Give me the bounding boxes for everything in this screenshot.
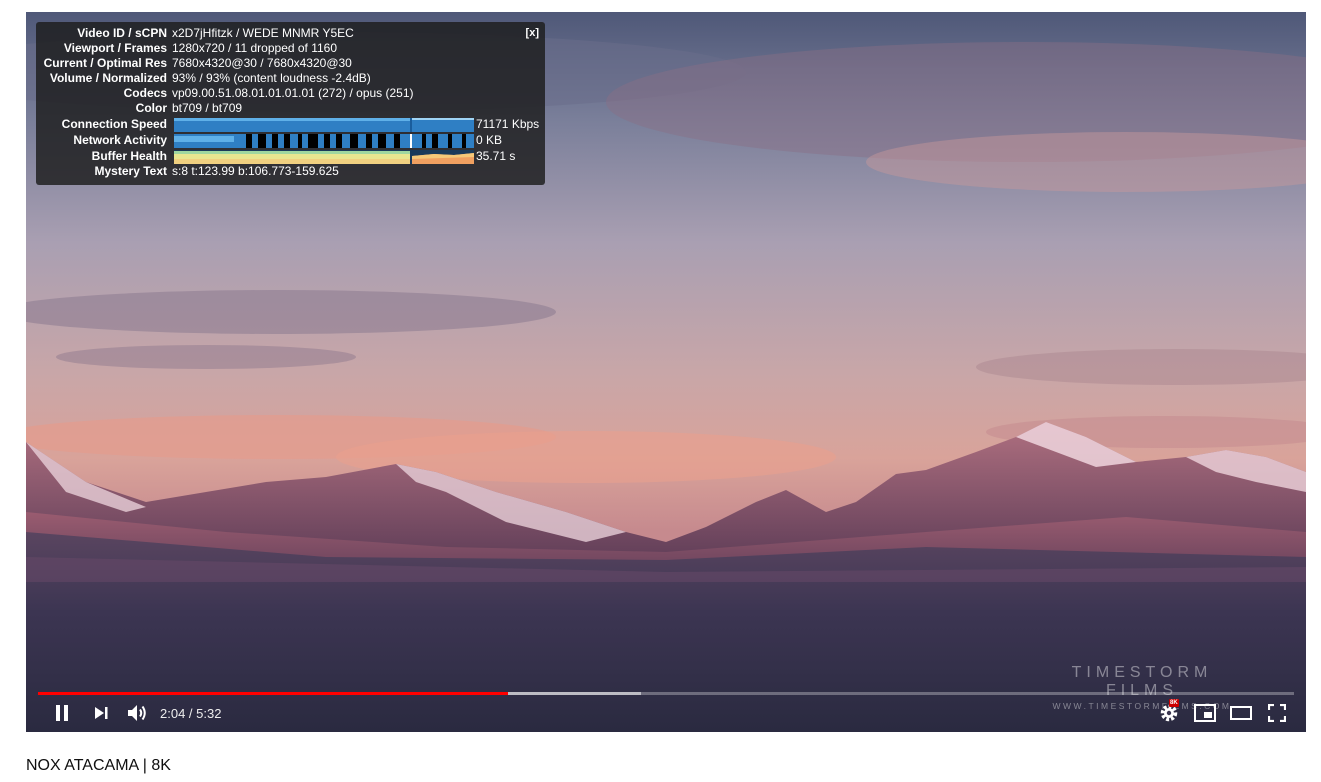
stat-label: Color — [135, 101, 167, 115]
miniplayer-button[interactable] — [1192, 701, 1218, 725]
stat-label: Video ID / sCPN — [77, 26, 167, 40]
time-display: 2:04 / 5:32 — [160, 706, 222, 721]
pause-button[interactable] — [50, 701, 74, 725]
settings-button[interactable]: 8K — [1156, 699, 1182, 725]
stat-value: s:8 t:123.99 b:106.773-159.625 — [172, 164, 339, 178]
stat-value: vp09.00.51.08.01.01.01.01 (272) / opus (… — [172, 86, 414, 100]
stats-close-button[interactable]: [x] — [526, 27, 539, 39]
network-activity-graph — [174, 134, 474, 148]
stat-label: Connection Speed — [61, 117, 167, 131]
progress-played — [38, 692, 508, 695]
fullscreen-button[interactable] — [1264, 701, 1290, 725]
stat-value: x2D7jHfitzk / WEDE MNMR Y5EC — [172, 26, 354, 40]
stat-label: Current / Optimal Res — [43, 56, 167, 70]
stat-value: 93% / 93% (content loudness -2.4dB) — [172, 71, 371, 85]
stat-label: Mystery Text — [94, 164, 167, 178]
stats-for-nerds-panel: [x] Video ID / sCPN x2D7jHfitzk / WEDE M… — [36, 22, 545, 185]
miniplayer-icon — [1194, 704, 1216, 722]
volume-button[interactable] — [126, 701, 150, 725]
stat-graph-row: Connection Speed 71171 Kbps — [36, 117, 545, 132]
stat-value: 35.71 s — [476, 149, 516, 163]
stat-graph-row: Buffer Health 35.71 s — [36, 149, 545, 164]
video-player[interactable]: TIMESTORM FILMS WWW.TIMESTORMFILMS.COM [… — [26, 12, 1306, 732]
stat-value: 7680x4320@30 / 7680x4320@30 — [172, 56, 352, 70]
volume-icon — [128, 705, 146, 721]
next-icon — [95, 707, 108, 719]
progress-bar[interactable] — [38, 692, 1294, 695]
stat-value: bt709 / bt709 — [172, 101, 243, 115]
stat-value: 71171 Kbps — [476, 117, 540, 131]
stat-label: Codecs — [123, 86, 167, 100]
theater-mode-button[interactable] — [1228, 701, 1254, 725]
quality-badge: 8K — [1169, 699, 1179, 707]
connection-speed-graph — [174, 118, 474, 132]
pause-icon — [56, 705, 68, 721]
theater-mode-icon — [1230, 706, 1252, 720]
stat-graph-row: Network Activity 0 KB — [36, 133, 545, 148]
next-button[interactable] — [90, 701, 112, 725]
stat-label: Viewport / Frames — [63, 41, 167, 55]
stat-value: 0 KB — [476, 133, 503, 147]
stat-label: Volume / Normalized — [49, 71, 167, 85]
video-title: NOX ATACAMA | 8K — [26, 757, 171, 774]
stat-label: Network Activity — [73, 133, 167, 147]
buffer-health-graph — [174, 150, 474, 164]
stat-label: Buffer Health — [91, 149, 167, 163]
stat-value: 1280x720 / 11 dropped of 1160 — [172, 41, 338, 55]
fullscreen-icon — [1268, 704, 1286, 722]
